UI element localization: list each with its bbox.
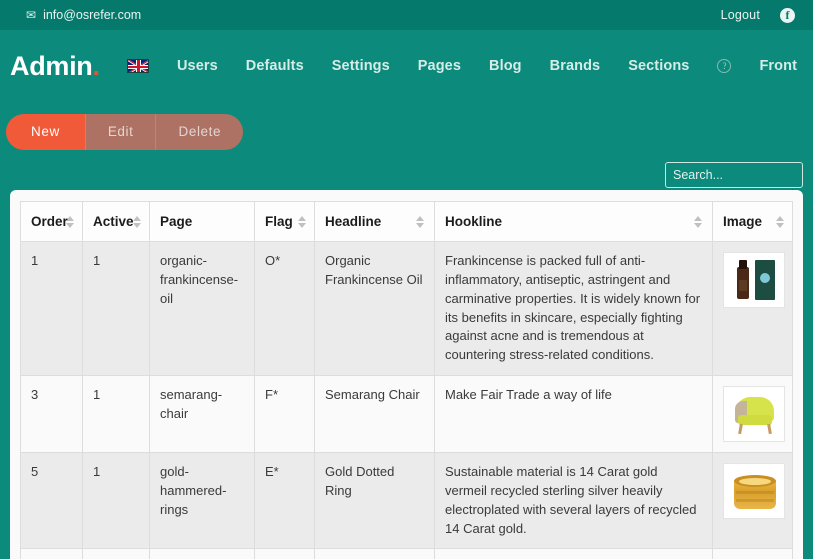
- brand-dot: .: [92, 50, 101, 81]
- table-row[interactable]: 7 1 vegan-supplement V Vegan Meal Replac…: [20, 548, 793, 559]
- cell-flag: V: [254, 548, 315, 559]
- cell-headline: Organic Frankincense Oil: [314, 240, 435, 377]
- cell-active: 1: [82, 452, 150, 550]
- brand-logo[interactable]: Admin.: [8, 51, 100, 82]
- nav-items: Users Defaults Settings Pages Blog Brand…: [125, 52, 801, 80]
- top-utility-bar: ✉ info@osrefer.com Logout f: [0, 0, 813, 30]
- column-label-image: Image: [723, 214, 763, 229]
- cell-order: 1: [20, 240, 83, 377]
- column-label-headline: Headline: [325, 214, 382, 229]
- organic-frankincense-oil-thumbnail[interactable]: [723, 252, 785, 308]
- table-body: 1 1 organic-frankincense-oil O* Organic …: [20, 240, 793, 559]
- cell-flag: F*: [254, 375, 315, 454]
- column-header-order[interactable]: Order: [20, 201, 83, 242]
- logout-link[interactable]: Logout: [721, 8, 760, 22]
- brand-label: Admin: [10, 50, 93, 81]
- cell-hookline: A Delicious Plant-Based Meal Replacement…: [434, 548, 713, 559]
- semarang-chair-thumbnail[interactable]: [723, 386, 785, 443]
- column-label-flag: Flag: [265, 214, 293, 229]
- cell-order: 3: [20, 375, 83, 454]
- cell-active: 1: [82, 375, 150, 454]
- cell-page: vegan-supplement: [149, 548, 255, 559]
- edit-button[interactable]: Edit: [84, 114, 156, 150]
- table-head: Order Active Page Flag Headline Hookline…: [20, 201, 793, 242]
- table-row[interactable]: 5 1 gold-hammered-rings E* Gold Dotted R…: [20, 452, 793, 550]
- help-icon[interactable]: ?: [717, 59, 732, 73]
- nav-item-front[interactable]: Front: [745, 52, 801, 80]
- facebook-icon[interactable]: f: [780, 7, 795, 23]
- delete-button[interactable]: Delete: [155, 114, 244, 150]
- cell-active: 1: [82, 240, 150, 377]
- cell-image: [712, 452, 793, 550]
- sort-arrows-icon[interactable]: [66, 215, 74, 228]
- sort-arrows-icon[interactable]: [694, 215, 702, 228]
- cell-active: 1: [82, 548, 150, 559]
- sort-arrows-icon[interactable]: [298, 215, 306, 228]
- cell-hookline: Sustainable material is 14 Carat gold ve…: [434, 452, 713, 550]
- cell-headline: Gold Dotted Ring: [314, 452, 435, 550]
- cell-page: organic-frankincense-oil: [149, 240, 255, 377]
- column-header-flag[interactable]: Flag: [254, 201, 315, 242]
- sort-arrows-icon[interactable]: [133, 215, 141, 228]
- nav-item-blog[interactable]: Blog: [475, 52, 536, 80]
- pages-table: Order Active Page Flag Headline Hookline…: [20, 201, 793, 559]
- nav-item-users[interactable]: Users: [163, 52, 232, 80]
- new-button[interactable]: New: [6, 114, 85, 150]
- column-header-page[interactable]: Page: [149, 201, 255, 242]
- cell-image: [712, 548, 793, 559]
- cell-flag: E*: [254, 452, 315, 550]
- column-label-active: Active: [93, 214, 134, 229]
- action-toolbar: New Edit Delete: [0, 102, 813, 162]
- cell-order: 5: [20, 452, 83, 550]
- column-header-image[interactable]: Image: [712, 201, 793, 242]
- sort-arrows-icon[interactable]: [776, 215, 784, 228]
- table-header-row: Order Active Page Flag Headline Hookline…: [20, 201, 793, 242]
- table-row[interactable]: 3 1 semarang-chair F* Semarang Chair Mak…: [20, 375, 793, 454]
- cell-image: [712, 240, 793, 377]
- nav-item-sections[interactable]: Sections: [614, 52, 703, 80]
- column-header-active[interactable]: Active: [82, 201, 150, 242]
- cell-order: 7: [20, 548, 83, 559]
- cell-headline: Vegan Meal Replacement Diet: [314, 548, 435, 559]
- main-navbar: Admin. Users Defaults Settings Pages Blo…: [0, 30, 813, 102]
- data-panel: Order Active Page Flag Headline Hookline…: [10, 190, 803, 559]
- cell-hookline: Frankincense is packed full of anti-infl…: [434, 240, 713, 377]
- sort-arrows-icon[interactable]: [416, 215, 424, 228]
- cell-page: semarang-chair: [149, 375, 255, 454]
- cell-headline: Semarang Chair: [314, 375, 435, 454]
- column-header-headline[interactable]: Headline: [314, 201, 435, 242]
- nav-item-settings[interactable]: Settings: [318, 52, 404, 80]
- uk-flag-icon[interactable]: [126, 59, 149, 73]
- envelope-icon: ✉: [26, 8, 37, 22]
- table-row[interactable]: 1 1 organic-frankincense-oil O* Organic …: [20, 240, 793, 377]
- nav-item-defaults[interactable]: Defaults: [232, 52, 318, 80]
- cell-flag: O*: [254, 240, 315, 377]
- search-input[interactable]: [665, 162, 803, 188]
- column-header-hookline[interactable]: Hookline: [434, 201, 713, 242]
- cell-page: gold-hammered-rings: [149, 452, 255, 550]
- crud-button-group: New Edit Delete: [6, 114, 244, 150]
- contact-email-label: info@osrefer.com: [43, 8, 142, 22]
- cell-hookline: Make Fair Trade a way of life: [434, 375, 713, 454]
- nav-item-brands[interactable]: Brands: [536, 52, 615, 80]
- cell-image: [712, 375, 793, 454]
- column-label-page: Page: [160, 214, 193, 229]
- column-label-hookline: Hookline: [445, 214, 503, 229]
- gold-dotted-ring-thumbnail[interactable]: [723, 463, 785, 520]
- contact-email[interactable]: ✉ info@osrefer.com: [26, 8, 141, 22]
- column-label-order: Order: [31, 214, 68, 229]
- nav-item-pages[interactable]: Pages: [404, 52, 475, 80]
